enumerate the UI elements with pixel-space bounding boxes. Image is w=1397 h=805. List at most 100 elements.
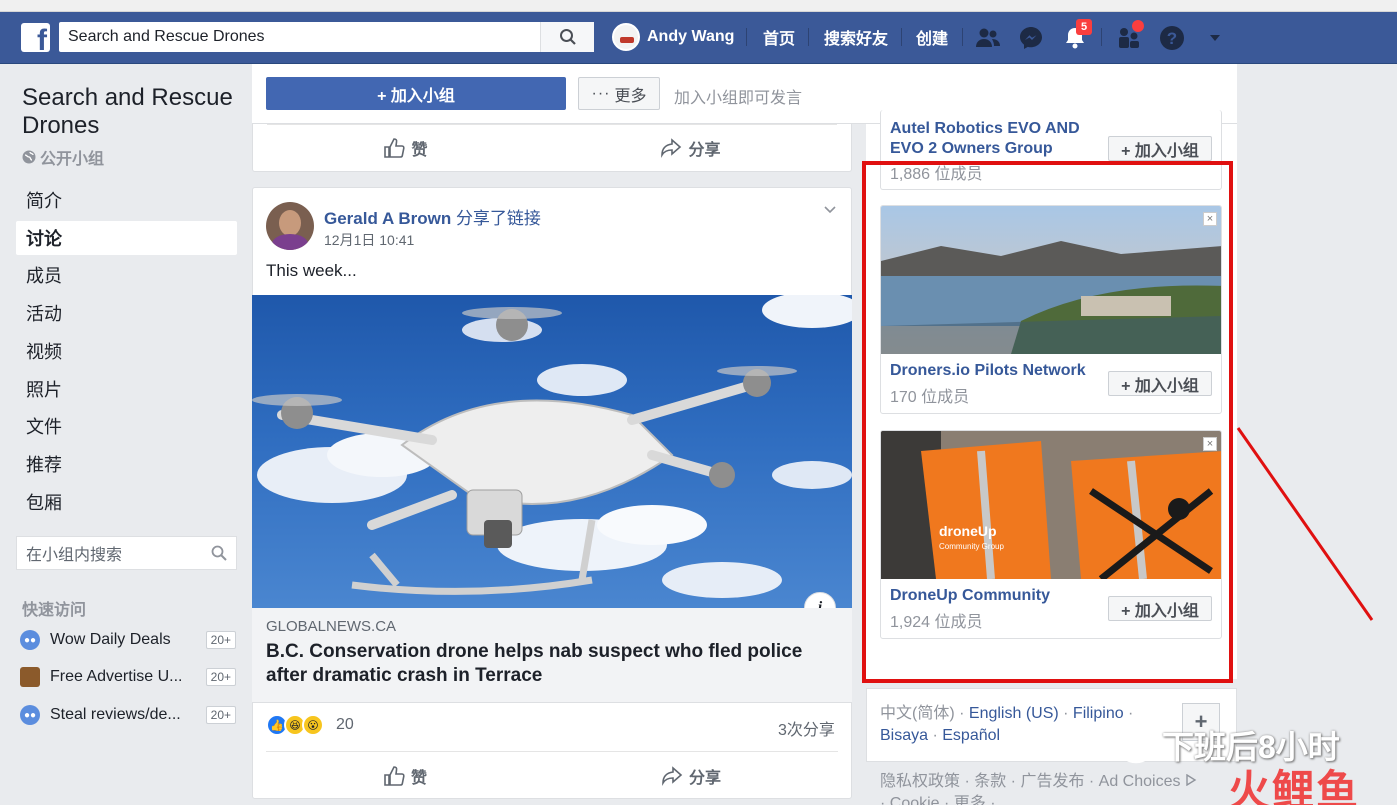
avatar (612, 23, 640, 51)
highlight-box (862, 161, 1233, 683)
messenger-icon[interactable] (1016, 23, 1046, 53)
share-button[interactable]: 分享 (660, 136, 721, 160)
group-search-input[interactable]: 在小组内搜索 (16, 536, 237, 570)
left-nav-videos[interactable]: 视频 (16, 334, 237, 368)
reaction-icons[interactable]: 👍 😆 😮 (266, 714, 324, 736)
like-button[interactable]: 赞 (383, 764, 427, 788)
annotation-line (1236, 427, 1374, 621)
join-hint: 加入小组即可发言 (674, 90, 803, 107)
divider (808, 28, 809, 46)
share-count[interactable]: 3次分享 (778, 716, 835, 740)
group-privacy: 公开小组 (22, 145, 104, 169)
quick-access-item[interactable]: Free Advertise U... 20+ (20, 665, 236, 689)
left-nav-files[interactable]: 文件 (16, 409, 237, 443)
group-icon: ●● (20, 630, 40, 650)
browser-strip (0, 0, 1397, 12)
quick-access-title: 快速访问 (22, 602, 87, 619)
post-options-chevron-icon[interactable] (823, 202, 837, 218)
quick-access-item[interactable]: ●● Wow Daily Deals 20+ (20, 628, 236, 652)
reaction-count[interactable]: 20 (336, 716, 354, 734)
footer-links[interactable]: 隐私权政策 · 条款 · 广告发布 · Ad Choices · Cookie … (880, 771, 1220, 805)
divider (1101, 28, 1102, 46)
current-language: 中文(简体) (880, 705, 955, 722)
join-group-button[interactable]: + 加入小组 (266, 77, 566, 110)
more-button[interactable]: ··· 更多 (578, 77, 660, 110)
group-search-placeholder: 在小组内搜索 (26, 547, 123, 564)
globe-icon (22, 150, 36, 164)
share-label: 分享 (688, 769, 721, 787)
nav-find-friends[interactable]: 搜索好友 (824, 22, 888, 52)
post-header: Gerald A Brown 分享了链接 (324, 204, 541, 229)
previous-post-card: 赞 分享 (252, 124, 852, 172)
unread-count: 20+ (205, 668, 236, 686)
left-nav-photos[interactable]: 照片 (16, 372, 237, 406)
search-input[interactable]: Search and Rescue Drones (59, 28, 540, 46)
profile-link[interactable]: Andy Wang (612, 22, 734, 52)
language-link[interactable]: English (US) (969, 705, 1059, 722)
post-text: This week... (266, 261, 357, 280)
left-nav-rooms[interactable]: 包厢 (16, 485, 237, 519)
post-timestamp[interactable]: 12月1日 10:41 (324, 230, 414, 250)
more-dots-icon: ··· (591, 84, 611, 102)
privacy-label: 公开小组 (40, 151, 105, 168)
language-link[interactable]: Español (942, 727, 1000, 744)
join-suggested-group-button[interactable]: + 加入小组 (1108, 136, 1212, 161)
thumbs-up-icon (384, 765, 405, 786)
link-preview-image[interactable] (252, 295, 852, 608)
post-verb: 分享了链接 (455, 209, 541, 228)
notification-badge: 5 (1076, 19, 1092, 35)
group-title[interactable]: Search and Rescue Drones (22, 84, 237, 140)
facebook-logo-icon[interactable]: f (21, 23, 50, 52)
suggested-group-name[interactable]: Autel Robotics EVO AND EVO 2 Owners Grou… (890, 119, 1100, 159)
quick-access-name: Wow Daily Deals (50, 631, 171, 648)
left-nav-discussion[interactable]: 讨论 (16, 221, 237, 255)
left-nav-members[interactable]: 成员 (16, 258, 237, 292)
more-label: 更多 (614, 87, 647, 105)
author-avatar[interactable] (266, 202, 314, 250)
language-link[interactable]: Filipino (1073, 705, 1124, 722)
share-button[interactable]: 分享 (661, 764, 721, 788)
search-icon[interactable] (540, 22, 594, 52)
left-nav-events[interactable]: 活动 (16, 296, 237, 330)
share-label: 分享 (688, 141, 721, 159)
group-icon: ●● (20, 705, 40, 725)
like-label: 赞 (411, 141, 428, 159)
post-action-row: 赞 分享 (266, 751, 838, 799)
share-arrow-icon (662, 765, 683, 786)
wow-reaction-icon: 😮 (302, 714, 324, 736)
quick-access-item[interactable]: ●● Steal reviews/de... 20+ (20, 703, 236, 727)
footer-links-line1[interactable]: 隐私权政策 · 条款 · 广告发布 · Ad Choices (880, 773, 1180, 790)
account-menu-chevron-icon[interactable] (1200, 23, 1230, 53)
thumbs-up-icon (384, 137, 406, 158)
unread-dot (1132, 20, 1144, 32)
unread-count: 20+ (205, 631, 236, 649)
friend-requests-icon[interactable] (973, 23, 1003, 53)
left-nav-about[interactable]: 简介 (16, 183, 237, 217)
left-nav-recommendations[interactable]: 推荐 (16, 447, 237, 481)
quick-access-name: Free Advertise U... (50, 668, 183, 685)
groups-shortcut-icon[interactable] (1114, 20, 1144, 53)
divider (962, 28, 963, 46)
search-icon (211, 545, 227, 561)
divider (901, 28, 902, 46)
user-name: Andy Wang (647, 28, 735, 45)
language-link[interactable]: Bisaya (880, 727, 928, 744)
svg-text:?: ? (1167, 29, 1177, 48)
like-label: 赞 (410, 769, 427, 787)
global-search-box[interactable]: Search and Rescue Drones (59, 22, 594, 52)
share-arrow-icon (661, 137, 682, 158)
ad-choices-icon (1186, 773, 1197, 787)
author-name[interactable]: Gerald A Brown (324, 209, 451, 228)
quick-access-name: Steal reviews/de... (50, 706, 181, 723)
nav-create[interactable]: 创建 (916, 22, 948, 52)
like-button[interactable]: 赞 (383, 136, 428, 160)
notifications-icon[interactable]: 5 (1060, 19, 1092, 53)
unread-count: 20+ (205, 706, 236, 724)
link-title[interactable]: B.C. Conservation drone helps nab suspec… (266, 640, 836, 688)
wechat-icon (1101, 726, 1153, 764)
watermark-logo: 火鲤鱼 (1228, 767, 1361, 805)
nav-home[interactable]: 首页 (763, 22, 795, 52)
help-icon[interactable]: ? (1157, 23, 1187, 53)
footer-links-line2[interactable]: · Cookie · 更多 · (880, 795, 996, 805)
briefcase-icon (20, 667, 40, 687)
